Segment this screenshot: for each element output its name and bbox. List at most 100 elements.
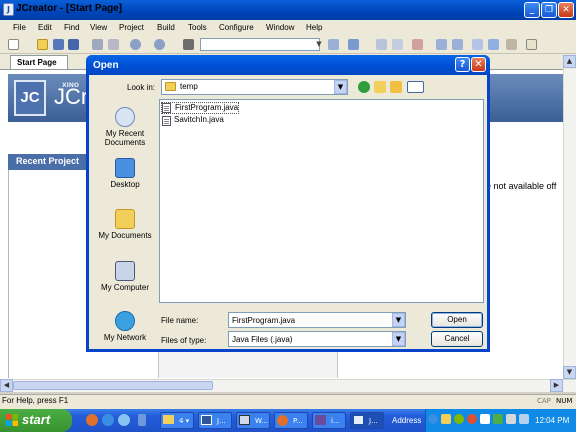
look-in-combo[interactable]: temp <box>161 79 348 95</box>
documents-folder-icon <box>115 209 135 229</box>
scroll-up-icon[interactable]: ▲ <box>563 55 576 68</box>
build-icon[interactable] <box>376 39 387 50</box>
view-menu-icon[interactable] <box>407 81 424 93</box>
tray-icon-4[interactable] <box>467 414 477 424</box>
menu-edit[interactable]: Edit <box>38 23 52 32</box>
file-name-dropdown-icon[interactable]: ▼ <box>392 313 405 327</box>
not-available-text: e not available off <box>486 181 557 191</box>
open-folder-icon[interactable] <box>37 39 48 50</box>
tray-icon-2[interactable] <box>441 414 451 424</box>
scroll-left-icon[interactable]: ◀ <box>0 379 13 392</box>
back-icon[interactable] <box>436 39 447 50</box>
scroll-right-icon[interactable]: ▶ <box>550 379 563 392</box>
rebuild-icon[interactable] <box>392 39 403 50</box>
up-folder-icon[interactable] <box>374 81 386 93</box>
dialog-close-button[interactable]: ✕ <box>471 57 486 72</box>
file-type-dropdown-icon[interactable]: ▼ <box>392 332 405 346</box>
file-item-savitchin[interactable]: SavitchIn.java <box>161 115 224 127</box>
debug-icon[interactable] <box>412 39 423 50</box>
toolbar-combo[interactable] <box>200 38 320 51</box>
copy-icon[interactable] <box>108 39 119 50</box>
cut-icon[interactable] <box>92 39 103 50</box>
menu-build[interactable]: Build <box>157 23 175 32</box>
clock[interactable]: 12:04 PM <box>535 416 569 425</box>
folder-icon <box>163 415 174 424</box>
place-my-network[interactable]: My Network <box>94 311 156 342</box>
ie-quicklaunch-icon[interactable] <box>102 414 114 426</box>
jcreator-logo-icon: J <box>3 3 14 16</box>
vertical-scrollbar[interactable] <box>563 69 576 379</box>
windows-flag-icon <box>6 414 18 426</box>
menu-find[interactable]: Find <box>64 23 80 32</box>
address-label[interactable]: Address <box>392 416 421 425</box>
app-icon <box>315 415 326 425</box>
desktop-quicklaunch-icon[interactable] <box>118 414 130 426</box>
menu-project[interactable]: Project <box>119 23 144 32</box>
horizontal-scroll-thumb[interactable] <box>13 381 213 390</box>
tray-icon-8[interactable] <box>519 414 529 424</box>
find-icon[interactable] <box>183 39 194 50</box>
network-tray-icon[interactable] <box>428 414 438 424</box>
forward-icon[interactable] <box>452 39 463 50</box>
place-label: My Computer <box>100 283 149 292</box>
output-icon[interactable] <box>488 39 499 50</box>
new-folder-icon[interactable] <box>390 81 402 93</box>
back-arrow-icon[interactable] <box>358 81 370 93</box>
dialog-title-bar[interactable] <box>86 55 490 75</box>
place-desktop[interactable]: Desktop <box>94 158 156 189</box>
jc-logo: JC <box>14 80 46 116</box>
new-file-icon[interactable] <box>8 39 19 50</box>
undo-icon[interactable] <box>130 39 141 50</box>
firefox-quicklaunch-icon[interactable] <box>86 414 98 426</box>
cancel-button[interactable]: Cancel <box>431 331 483 347</box>
window-icon[interactable] <box>472 39 483 50</box>
tab-start-page[interactable]: Start Page <box>10 55 68 69</box>
file-list[interactable] <box>159 99 484 303</box>
close-button[interactable]: ✕ <box>558 2 574 18</box>
menu-window[interactable]: Window <box>266 23 294 32</box>
quicklaunch-expand-icon[interactable] <box>138 414 146 426</box>
place-label: My Documents <box>98 231 152 240</box>
menu-file[interactable]: File <box>13 23 26 32</box>
jcreator-task-icon <box>353 415 364 425</box>
word-icon <box>201 415 212 425</box>
save-icon[interactable] <box>53 39 64 50</box>
computer-icon <box>239 415 250 425</box>
menu-view[interactable]: View <box>90 23 107 32</box>
save-all-icon[interactable] <box>68 39 79 50</box>
menu-configure[interactable]: Configure <box>219 23 254 32</box>
menu-help[interactable]: Help <box>306 23 322 32</box>
dialog-help-button[interactable]: ? <box>455 57 470 72</box>
scroll-down-icon[interactable]: ▼ <box>563 366 576 379</box>
app-title: JCreator - [Start Page] <box>16 3 123 14</box>
compile-file-icon[interactable] <box>328 39 339 50</box>
computer-icon <box>115 261 135 281</box>
place-my-computer[interactable]: My Computer <box>94 261 156 292</box>
tray-icon-3[interactable] <box>454 414 464 424</box>
place-label: Desktop <box>110 180 140 189</box>
place-label: My Recent Documents <box>104 129 146 147</box>
tray-icon-5[interactable] <box>480 414 490 424</box>
place-my-recent-documents[interactable]: My Recent Documents <box>94 107 156 147</box>
volume-tray-icon[interactable] <box>506 414 516 424</box>
network-icon <box>115 311 135 331</box>
execute-icon[interactable] <box>348 39 359 50</box>
file-name-input[interactable]: FirstProgram.java <box>228 312 406 328</box>
help-icon[interactable] <box>526 39 537 50</box>
look-in-dropdown-icon[interactable]: ▼ <box>334 80 347 94</box>
file-type-select[interactable]: Java Files (.java) <box>228 331 406 347</box>
redo-icon[interactable] <box>154 39 165 50</box>
desktop-icon <box>115 158 135 178</box>
minimize-button[interactable]: _ <box>524 2 540 18</box>
open-button[interactable]: Open <box>431 312 483 328</box>
file-item-firstprogram[interactable]: FirstProgram.java <box>161 102 240 114</box>
maximize-button[interactable]: ❐ <box>541 2 557 18</box>
folder-icon <box>165 82 176 91</box>
place-my-documents[interactable]: My Documents <box>94 209 156 240</box>
look-in-label: Look in: <box>127 83 156 92</box>
tools-icon[interactable] <box>506 39 517 50</box>
chevron-down-icon[interactable]: ▼ <box>314 38 324 51</box>
tray-icon-6[interactable] <box>493 414 503 424</box>
clock-icon <box>115 107 135 127</box>
menu-tools[interactable]: Tools <box>188 23 207 32</box>
